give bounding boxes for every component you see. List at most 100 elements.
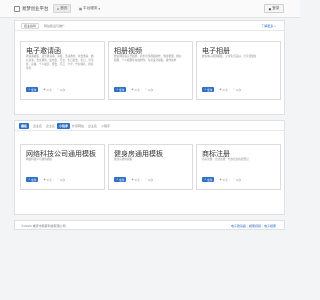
likes-value: 0/次	[236, 178, 242, 182]
views-count: ◉ 0/次	[43, 178, 51, 182]
use-button-label: 使用	[207, 178, 213, 182]
likes-value: 0/次	[60, 88, 66, 92]
user-icon: ●	[268, 6, 272, 11]
footer-separator: |	[261, 224, 263, 228]
views-value: 0/次	[46, 178, 52, 182]
card-actions: + 使用 ◉ 0/次 ♡ 0/次	[114, 177, 153, 182]
card-actions: + 使用 ◉ 0/次 ♡ 0/次	[26, 87, 65, 92]
chevron-down-icon: ▾	[98, 6, 100, 11]
heart-icon: ♡	[232, 88, 236, 91]
views-count: ◉ 0/次	[131, 88, 139, 92]
site-logo[interactable]: 易梦创业平台	[14, 5, 48, 12]
card-actions: + 使用 ◉ 0/次 ♡ 0/次	[202, 177, 241, 182]
views-value: 0/次	[134, 178, 140, 182]
heart-icon: ♡	[144, 178, 148, 181]
use-button-label: 使用	[119, 178, 125, 182]
use-button[interactable]: + 使用	[26, 177, 39, 182]
logo-text: 易梦创业平台	[22, 6, 49, 12]
use-button[interactable]: + 使用	[114, 87, 127, 92]
tab-foreign-trade[interactable]: 外贸网站	[70, 123, 86, 129]
footer-link[interactable]: 相册视频	[249, 224, 261, 228]
tab-templates[interactable]: 模板	[19, 123, 30, 129]
views-count: ◉ 0/次	[219, 88, 227, 92]
tab-miniprogram[interactable]: 小程序	[57, 123, 71, 129]
views-count: ◉ 0/次	[219, 178, 227, 182]
template-card[interactable]: 网络科技公司通用模板 网络科技公司通用模板 + 使用 ◉ 0/次 ♡ 0/次	[20, 144, 105, 190]
eye-icon: ◉	[219, 88, 222, 91]
service-card[interactable]: 相册视频 微信网页版音乐相册、商务宣传视频制作、旅游相册、婚纱相册、个人相册等在…	[108, 41, 193, 100]
service-card[interactable]: 电子相册 微信电子相册模板、记录生活美好、分享给朋友 + 使用 ◉ 0/次 ♡ …	[196, 41, 281, 100]
likes-value: 0/次	[148, 88, 154, 92]
copyright: ©2023 重庆市易梦科技有限公司	[21, 224, 66, 228]
tab-company-3[interactable]: 企业名	[86, 123, 99, 129]
footer: ©2023 重庆市易梦科技有限公司 电子邀请函 | 相册视频 | 电子相册	[14, 220, 285, 230]
service-card[interactable]: 电子邀请函 邀请函模板、商务邀请函、请帖、活动邀约、年会邀请、婚礼请柬、会议邀请…	[20, 41, 105, 100]
plus-icon: +	[28, 88, 31, 91]
templates-panel: 模板 企业名 企业名 小程序 外贸网站 企业名 小程序 网络科技公司通用模板 网…	[14, 120, 285, 215]
nav-services-dropdown[interactable]: ▦ 平台服务 ▾	[79, 4, 100, 13]
tab-website[interactable]: 网站建设与推广	[42, 23, 67, 29]
likes-value: 0/次	[60, 178, 66, 182]
heart-icon: ♡	[56, 88, 60, 91]
use-button[interactable]: + 使用	[202, 87, 215, 92]
login-button[interactable]: ● 登录	[264, 4, 284, 13]
views-value: 0/次	[222, 178, 228, 182]
template-card[interactable]: 健身房通用模板 健身房通用模板 + 使用 ◉ 0/次 ♡ 0/次	[108, 144, 193, 190]
card-description: 邀请函模板、商务邀请函、请帖、活动邀约、年会邀请、婚礼请柬、会议邀请、发布会、开…	[26, 55, 94, 70]
card-description: 网络科技公司通用模板	[26, 158, 52, 161]
nav-services-label: 平台服务	[83, 6, 98, 10]
views-value: 0/次	[222, 88, 228, 92]
footer-links: 电子邀请函 | 相册视频 | 电子相册	[231, 224, 276, 228]
card-description: 商标注册、企业注册、代办营业执照登记	[202, 158, 249, 161]
plus-icon: +	[204, 178, 207, 181]
card-actions: + 使用 ◉ 0/次 ♡ 0/次	[202, 87, 241, 92]
eye-icon: ◉	[43, 88, 46, 91]
heart-icon: ♡	[144, 88, 148, 91]
footer-link[interactable]: 电子邀请函	[231, 224, 246, 228]
use-button-label: 使用	[119, 88, 125, 92]
use-button[interactable]: + 使用	[114, 177, 127, 182]
likes-count: ♡ 0/次	[57, 88, 65, 92]
views-value: 0/次	[46, 88, 52, 92]
use-button-label: 使用	[31, 178, 37, 182]
heart-icon: ♡	[56, 178, 60, 181]
templates-panel-header: 模板 企业名 企业名 小程序 外贸网站 企业名 小程序	[15, 121, 284, 131]
card-description: 健身房通用模板	[114, 158, 133, 161]
eye-icon: ◉	[43, 178, 46, 181]
template-card[interactable]: 商标注册 商标注册、企业注册、代办营业执照登记 + 使用 ◉ 0/次 ♡ 0/次	[196, 144, 281, 190]
tab-company-1[interactable]: 企业名	[31, 123, 44, 129]
card-description: 微信电子相册模板、记录生活美好、分享给朋友	[202, 55, 257, 58]
card-actions: + 使用 ◉ 0/次 ♡ 0/次	[26, 177, 65, 182]
featured-panel-header: 招业指导 网站建设与推广 了解更多 »	[15, 21, 284, 31]
more-link[interactable]: 了解更多 »	[261, 23, 276, 29]
plus-icon: +	[116, 178, 119, 181]
views-count: ◉ 0/次	[131, 178, 139, 182]
login-label: 登录	[272, 6, 280, 10]
featured-panel: 招业指导 网站建设与推广 了解更多 » 电子邀请函 邀请函模板、商务邀请函、请帖…	[14, 20, 285, 115]
tab-company-2[interactable]: 企业名	[44, 123, 57, 129]
likes-count: ♡ 0/次	[233, 88, 241, 92]
tab-guide[interactable]: 招业指导	[21, 23, 40, 29]
footer-link[interactable]: 电子相册	[264, 224, 276, 228]
use-button-label: 使用	[207, 88, 213, 92]
plus-icon: +	[204, 88, 207, 91]
likes-count: ♡ 0/次	[145, 178, 153, 182]
tab-miniprogram-2[interactable]: 小程序	[99, 123, 112, 129]
use-button[interactable]: + 使用	[26, 87, 39, 92]
likes-count: ♡ 0/次	[145, 88, 153, 92]
views-value: 0/次	[134, 88, 140, 92]
footer-separator: |	[246, 224, 248, 228]
likes-count: ♡ 0/次	[233, 178, 241, 182]
eye-icon: ◉	[219, 178, 222, 181]
logo-icon	[14, 5, 20, 12]
likes-count: ♡ 0/次	[57, 178, 65, 182]
use-button-label: 使用	[31, 88, 37, 92]
grid-icon: ▦	[79, 6, 83, 11]
likes-value: 0/次	[236, 88, 242, 92]
nav-home-label: 首页	[60, 6, 68, 10]
use-button[interactable]: + 使用	[202, 177, 215, 182]
nav-home[interactable]: ⌂ 首页	[53, 4, 72, 13]
card-actions: + 使用 ◉ 0/次 ♡ 0/次	[114, 87, 153, 92]
views-count: ◉ 0/次	[43, 88, 51, 92]
home-icon: ⌂	[57, 6, 60, 11]
